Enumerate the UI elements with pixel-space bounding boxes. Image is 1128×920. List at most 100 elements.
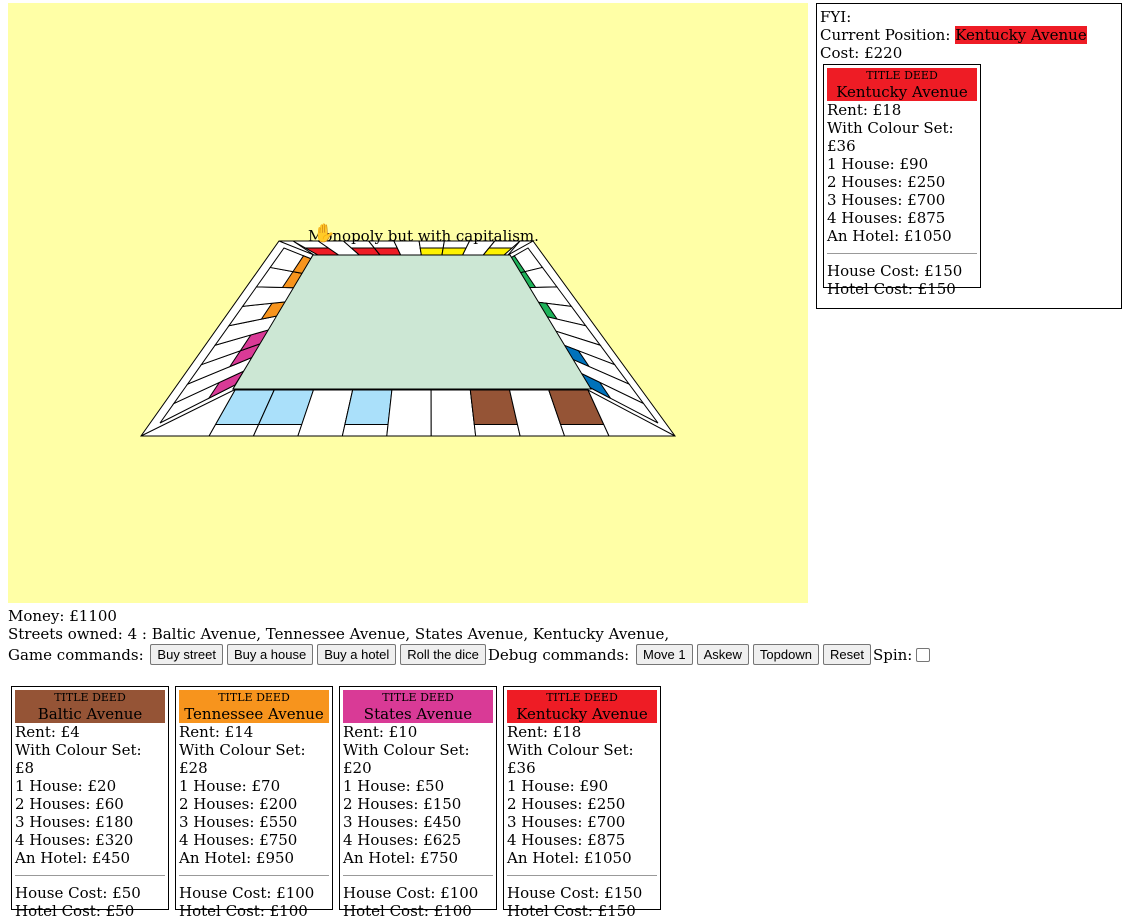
deed-street-name: Kentucky Avenue — [516, 705, 648, 723]
deed-divider — [179, 875, 329, 876]
deed-street-name: States Avenue — [363, 705, 473, 723]
player-status: Money: £1100 Streets owned: 4 : Baltic A… — [8, 607, 669, 643]
buy-house-button[interactable]: Buy a house — [226, 644, 314, 665]
deed-title-label: TITLE DEED — [54, 691, 126, 704]
deed-2-houses: 2 Houses: £250 — [507, 795, 626, 813]
reset-button[interactable]: Reset — [822, 644, 871, 665]
deed-3-houses: 3 Houses: £450 — [343, 813, 462, 831]
fyi-heading: FYI: — [820, 8, 852, 26]
money-label: Money: — [8, 607, 65, 625]
deed-house-cost: House Cost: £150 — [507, 884, 643, 902]
streets-owned-value: 4 : Baltic Avenue, Tennessee Avenue, Sta… — [127, 625, 670, 643]
streets-owned-label: Streets owned: — [8, 625, 123, 643]
player-token-icon: ✋ — [313, 223, 336, 244]
spin-label: Spin: — [872, 645, 913, 664]
deed-rent: Rent: £4 — [15, 723, 80, 741]
board-space — [430, 389, 477, 437]
topdown-button[interactable]: Topdown — [752, 644, 819, 665]
current-position-label: Current Position: — [820, 26, 951, 44]
board-space-color — [441, 247, 467, 256]
deed-hotel-cost: Hotel Cost: £100 — [179, 902, 308, 920]
deed-street-name: Baltic Avenue — [37, 705, 143, 723]
deed-4-houses: 4 Houses: £625 — [343, 831, 462, 849]
deed-3-houses: 3 Houses: £180 — [15, 813, 134, 831]
deed-street-name: Tennessee Avenue — [184, 705, 324, 723]
deed-hotel-cost: Hotel Cost: £150 — [507, 902, 636, 920]
deed-header: TITLE DEED Baltic Avenue — [15, 690, 165, 723]
deed-title-label: TITLE DEED — [218, 691, 290, 704]
buy-street-button[interactable]: Buy street — [150, 644, 223, 665]
deed-2-houses: 2 Houses: £200 — [179, 795, 298, 813]
askew-button[interactable]: Askew — [696, 644, 749, 665]
board-space — [386, 389, 432, 437]
deed-hotel: An Hotel: £1050 — [827, 227, 952, 245]
debug-commands-label: Debug commands: — [487, 645, 630, 664]
deed-colour-set: With Colour Set: £36 — [507, 741, 634, 777]
cost-row: Cost: £220 — [820, 44, 1118, 62]
deed-1-house: 1 House: £50 — [343, 777, 445, 795]
deed-2-houses: 2 Houses: £250 — [827, 173, 946, 191]
move-1-button[interactable]: Move 1 — [635, 644, 693, 665]
deed-rent: Rent: £18 — [827, 101, 902, 119]
deed-hotel: An Hotel: £1050 — [507, 849, 632, 867]
money-value: £1100 — [69, 607, 117, 625]
deed-header: TITLE DEED Kentucky Avenue — [507, 690, 657, 723]
deed-title-label: TITLE DEED — [382, 691, 454, 704]
deed-rent: Rent: £10 — [343, 723, 418, 741]
deed-1-house: 1 House: £70 — [179, 777, 281, 795]
deed-divider — [343, 875, 493, 876]
owned-title-deed-card: TITLE DEED Baltic Avenue Rent: £4 With Col… — [11, 686, 169, 920]
owned-cards-row: TITLE DEED Baltic Avenue Rent: £4 With Col… — [11, 686, 667, 920]
cost-value: £220 — [864, 44, 903, 62]
deed-3-houses: 3 Houses: £700 — [827, 191, 946, 209]
buy-hotel-button[interactable]: Buy a hotel — [317, 644, 397, 665]
deed-hotel: An Hotel: £750 — [343, 849, 459, 867]
deed-hotel-cost: Hotel Cost: £150 — [827, 280, 956, 298]
deed-colour-set: With Colour Set: £36 — [827, 119, 954, 155]
deed-divider — [827, 253, 977, 254]
deed-3-houses: 3 Houses: £700 — [507, 813, 626, 831]
deed-3-houses: 3 Houses: £550 — [179, 813, 298, 831]
deed-header: TITLE DEED States Avenue — [343, 690, 493, 723]
board-perspective-svg — [140, 240, 676, 437]
deed-4-houses: 4 Houses: £875 — [507, 831, 626, 849]
owned-title-deed-card: TITLE DEED Kentucky Avenue Rent: £18 With … — [503, 686, 661, 920]
game-board-canvas[interactable]: Monopoly but with capitalism. ✋ — [8, 3, 808, 603]
deed-4-houses: 4 Houses: £750 — [179, 831, 298, 849]
deed-1-house: 1 House: £90 — [827, 155, 929, 173]
game-commands-label: Game commands: — [8, 645, 144, 664]
deed-2-houses: 2 Houses: £150 — [343, 795, 462, 813]
spin-checkbox[interactable] — [916, 647, 931, 662]
deed-4-houses: 4 Houses: £320 — [15, 831, 134, 849]
command-bar: Game commands: Buy street Buy a house Bu… — [8, 644, 931, 665]
deed-divider — [507, 875, 657, 876]
fyi-title-deed-card: TITLE DEED Kentucky Avenue Rent: £18 Wit… — [823, 64, 981, 298]
deed-1-house: 1 House: £20 — [15, 777, 117, 795]
deed-header: TITLE DEED Kentucky Avenue — [827, 68, 977, 101]
deed-colour-set: With Colour Set: £20 — [343, 741, 470, 777]
cost-label: Cost: — [820, 44, 860, 62]
deed-hotel: An Hotel: £450 — [15, 849, 131, 867]
deed-house-cost: House Cost: £100 — [179, 884, 315, 902]
deed-hotel-cost: Hotel Cost: £100 — [343, 902, 472, 920]
streets-owned-row: Streets owned: 4 : Baltic Avenue, Tennes… — [8, 625, 669, 643]
deed-hotel-cost: Hotel Cost: £50 — [15, 902, 135, 920]
deed-title-label: TITLE DEED — [866, 69, 938, 82]
current-position-value: Kentucky Avenue — [955, 26, 1087, 44]
deed-title-label: TITLE DEED — [546, 691, 618, 704]
deed-2-houses: 2 Houses: £60 — [15, 795, 124, 813]
deed-house-cost: House Cost: £150 — [827, 262, 963, 280]
deed-1-house: 1 House: £90 — [507, 777, 609, 795]
deed-street-name: Kentucky Avenue — [836, 83, 968, 101]
roll-dice-button[interactable]: Roll the dice — [400, 644, 486, 665]
current-position-row: Current Position: Kentucky Avenue — [820, 26, 1118, 44]
deed-divider — [15, 875, 165, 876]
deed-house-cost: House Cost: £50 — [15, 884, 141, 902]
fyi-panel: FYI: Current Position: Kentucky Avenue C… — [816, 3, 1122, 309]
deed-4-houses: 4 Houses: £875 — [827, 209, 946, 227]
owned-title-deed-card: TITLE DEED States Avenue Rent: £10 With Co… — [339, 686, 497, 920]
deed-house-cost: House Cost: £100 — [343, 884, 479, 902]
deed-rent: Rent: £18 — [507, 723, 582, 741]
deed-header: TITLE DEED Tennessee Avenue — [179, 690, 329, 723]
deed-colour-set: With Colour Set: £8 — [15, 741, 142, 777]
